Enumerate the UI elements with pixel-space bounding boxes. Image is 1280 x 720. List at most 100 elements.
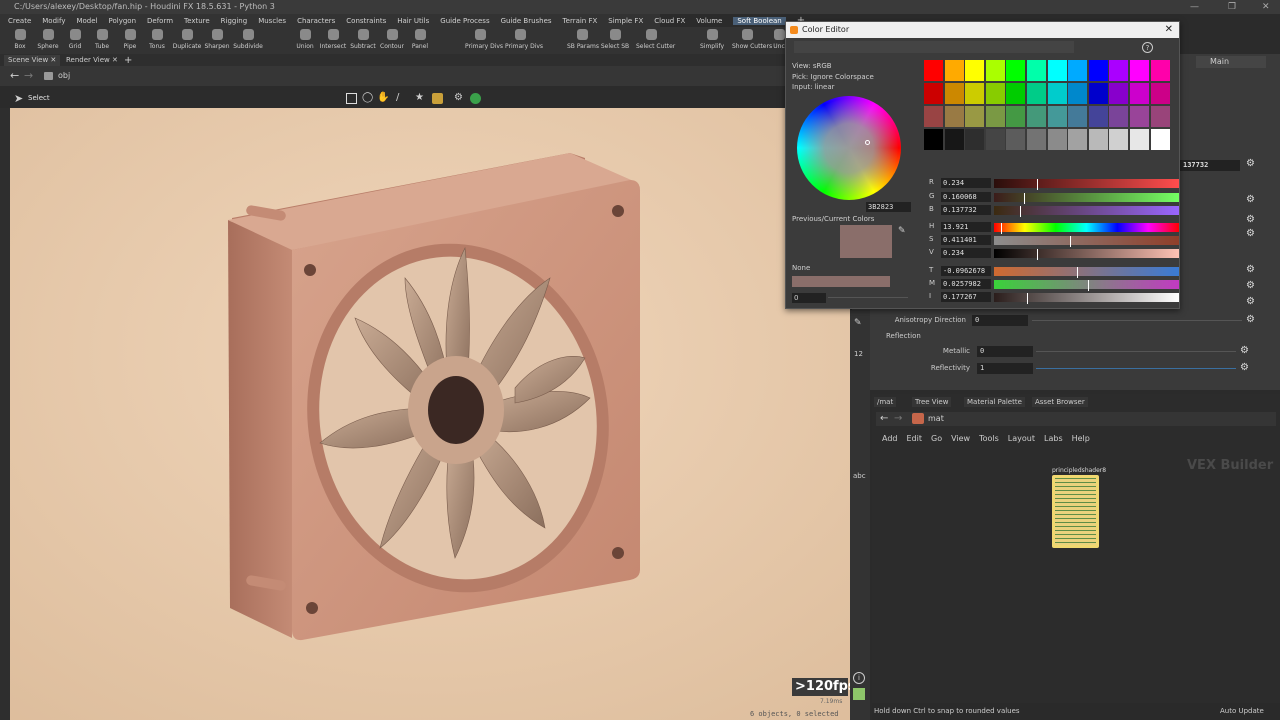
shelf-tool-simplify[interactable]: Simplify <box>697 29 727 50</box>
close-window-icon[interactable]: ✕ <box>1262 0 1270 14</box>
network-tab-mat[interactable]: /mat <box>874 397 897 407</box>
palette-swatch[interactable] <box>1150 106 1170 127</box>
palette-swatch[interactable] <box>1150 60 1170 81</box>
network-path[interactable]: mat <box>928 414 944 423</box>
slider-track[interactable] <box>994 193 1179 204</box>
shelf-tool-select-cutter[interactable]: Select Cutter <box>636 29 675 50</box>
palette-swatch[interactable] <box>1130 106 1149 127</box>
eyedropper-icon[interactable]: ✎ <box>898 226 906 236</box>
palette-swatch[interactable] <box>944 129 964 150</box>
alpha-slider[interactable] <box>828 297 908 298</box>
color-editor-window[interactable]: Color Editor ✕ ? View: sRGB Pick: Ignore… <box>785 21 1180 309</box>
shelf-tab-simple-fx[interactable]: Simple FX <box>608 17 643 25</box>
gear-icon[interactable]: ⚙ <box>1246 158 1255 169</box>
reflectivity-field[interactable]: 1 <box>977 363 1033 374</box>
auto-update-label[interactable]: Auto Update <box>1220 703 1264 720</box>
reflection-section-label[interactable]: Reflection <box>886 332 921 340</box>
shelf-tab-cloud-fx[interactable]: Cloud FX <box>654 17 685 25</box>
forward-arrow-icon[interactable]: → <box>24 69 33 82</box>
palette-swatch[interactable] <box>1130 83 1149 104</box>
palette-swatch[interactable] <box>965 60 985 81</box>
close-tab-icon[interactable]: ✕ <box>50 56 56 64</box>
forward-arrow-icon[interactable]: → <box>894 413 902 424</box>
slider-track[interactable] <box>994 249 1179 260</box>
info-icon[interactable]: i <box>853 672 865 684</box>
tab-render-view[interactable]: Render View ✕ <box>62 55 122 66</box>
shelf-tab-soft-boolean[interactable]: Soft Boolean <box>733 16 786 25</box>
secure-selection-icon[interactable] <box>470 93 481 104</box>
shelf-tool-sb-params[interactable]: SB Params <box>567 29 599 50</box>
network-menu-go[interactable]: Go <box>931 434 942 446</box>
shelf-tool-box[interactable]: Box <box>5 29 35 50</box>
palette-swatch[interactable] <box>1068 106 1088 127</box>
slider-handle[interactable] <box>1037 249 1039 260</box>
shelf-tool-duplicate[interactable]: Duplicate <box>172 29 202 50</box>
close-icon[interactable]: ✕ <box>1165 22 1173 38</box>
slider-value-field[interactable]: 0.160068 <box>941 192 991 202</box>
palette-swatch[interactable] <box>1068 60 1088 81</box>
shelf-tab-terrain-fx[interactable]: Terrain FX <box>563 17 598 25</box>
palette-swatch[interactable] <box>985 83 1005 104</box>
network-menu-view[interactable]: View <box>951 434 970 446</box>
back-arrow-icon[interactable]: ← <box>10 69 19 82</box>
palette-swatch[interactable] <box>924 83 943 104</box>
palette-swatch[interactable] <box>944 106 964 127</box>
palette-swatch[interactable] <box>1088 60 1108 81</box>
slider-track[interactable] <box>994 267 1179 278</box>
help-icon[interactable]: ? <box>1142 42 1153 53</box>
slider-track[interactable] <box>994 223 1179 234</box>
network-tab-material-palette[interactable]: Material Palette <box>964 397 1025 407</box>
hex-field[interactable]: 3B2823 <box>866 202 911 212</box>
slider-value-field[interactable]: 13.921 <box>941 222 991 232</box>
shelf-tool-grid[interactable]: Grid <box>60 29 90 50</box>
palette-swatch[interactable] <box>985 106 1005 127</box>
palette-swatch[interactable] <box>1150 129 1170 150</box>
number-icon[interactable]: 12 <box>854 350 863 358</box>
alpha-swatch[interactable] <box>792 276 890 287</box>
slider-handle[interactable] <box>1001 223 1003 234</box>
palette-swatch[interactable] <box>965 106 985 127</box>
gear-icon[interactable]: ⚙ <box>1246 214 1255 225</box>
slider-value-field[interactable]: 0.0257982 <box>941 279 991 289</box>
network-menu-tools[interactable]: Tools <box>979 434 999 446</box>
shelf-tool-sphere[interactable]: Sphere <box>33 29 63 50</box>
shelf-tool-subtract[interactable]: Subtract <box>348 29 378 50</box>
lasso-select-icon[interactable]: ◯ <box>362 92 373 103</box>
network-menu-edit[interactable]: Edit <box>907 434 923 446</box>
palette-swatch[interactable] <box>1088 129 1108 150</box>
gear-icon[interactable]: ⚙ <box>1240 362 1249 373</box>
shelf-tool-contour[interactable]: Contour <box>377 29 407 50</box>
slider-track[interactable] <box>994 293 1179 304</box>
shelf-tab-volume[interactable]: Volume <box>696 17 722 25</box>
shelf-tab-create[interactable]: Create <box>8 17 31 25</box>
palette-swatch[interactable] <box>1109 83 1129 104</box>
slider-value-field[interactable]: 0.137732 <box>941 205 991 215</box>
network-tab-asset-browser[interactable]: Asset Browser <box>1032 397 1088 407</box>
slider-value-field[interactable]: 0.177267 <box>941 292 991 302</box>
palette-swatch[interactable] <box>1047 60 1067 81</box>
slider-value-field[interactable]: 0.411401 <box>941 235 991 245</box>
slider-handle[interactable] <box>1088 280 1090 291</box>
select-groups-icon[interactable] <box>432 93 443 104</box>
palette-swatch[interactable] <box>1006 60 1026 81</box>
slider-value-field[interactable]: 0.234 <box>941 178 991 188</box>
metallic-field[interactable]: 0 <box>977 346 1033 357</box>
network-menu-help[interactable]: Help <box>1072 434 1090 446</box>
main-desktop-label[interactable]: Main <box>1196 56 1266 68</box>
slider-track[interactable] <box>994 206 1179 217</box>
shelf-tool-panel[interactable]: Panel <box>405 29 435 50</box>
gear-icon[interactable]: ⚙ <box>1246 228 1255 239</box>
gear-icon[interactable]: ⚙ <box>1246 194 1255 205</box>
shelf-tool-pipe[interactable]: Pipe <box>115 29 145 50</box>
palette-swatch[interactable] <box>924 106 943 127</box>
palette-swatch[interactable] <box>1088 83 1108 104</box>
shelf-tool-tube[interactable]: Tube <box>87 29 117 50</box>
palette-swatch[interactable] <box>1047 106 1067 127</box>
slider-handle[interactable] <box>1023 193 1025 204</box>
select-arrow-icon[interactable]: ➤ <box>14 92 23 105</box>
palette-swatch[interactable] <box>1006 129 1026 150</box>
shelf-tab-constraints[interactable]: Constraints <box>346 17 386 25</box>
palette-swatch[interactable] <box>965 129 985 150</box>
slider-value-field[interactable]: -0.0962678 <box>941 266 991 276</box>
palette-swatch[interactable] <box>1109 60 1129 81</box>
